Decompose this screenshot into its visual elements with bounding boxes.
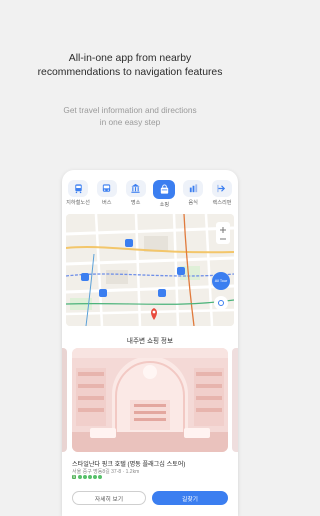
store-photo-illustration [72,348,228,452]
store-distance: 1.2km [125,469,140,475]
section-title: 내주변 쇼핑 정보 [126,338,174,345]
all-tour-label: All Tour [214,279,228,283]
rating-dot [98,475,102,479]
rating-dot [83,475,87,479]
store-name[interactable]: 스타일난다 핑크 호텔 (명동 플래그십 스토어) [72,459,185,468]
rating-dot [93,475,97,479]
tab-label: 명소 [130,200,141,206]
subline-line-1: Get travel information and directions [63,105,197,115]
map-view[interactable]: All Tour [66,214,234,326]
rating-dot [88,475,92,479]
my-location-button[interactable] [214,296,228,310]
tab-tax-refund[interactable]: 렉스리펀 [210,180,234,210]
tab-label: 지하철노선 [66,200,90,206]
tab-food[interactable]: 음식 [181,180,205,210]
subway-icon [68,180,88,197]
headline-line-2: recommendations to navigation features [37,67,223,78]
tab-subway[interactable]: 지하철노선 [66,180,90,210]
landmark-icon [125,180,146,197]
tab-label: 쇼핑 [159,202,170,208]
subline-line-2: in one easy step [99,117,161,127]
phone-mockup: 지하철노선 버스 명소 쇼핑 음식 렉스리펀 All Tour 내주변 쇼핑 정… [62,170,238,516]
map-canvas[interactable] [66,214,234,326]
all-tour-button[interactable]: All Tour [212,272,230,290]
tab-landmark[interactable]: 명소 [124,180,148,210]
tax-refund-icon [211,180,232,197]
rating-badge: 5 [72,475,76,479]
tab-label: 버스 [102,200,112,206]
my-location-icon [218,300,224,306]
bus-icon [96,180,117,197]
store-photo[interactable] [72,348,228,452]
detail-button[interactable]: 자세히 보기 [72,491,146,505]
store-rating: 5 [72,475,102,479]
tab-label: 음식 [188,200,198,206]
directions-button[interactable]: 길찾기 [152,491,228,505]
carousel-peek-left[interactable] [62,348,67,452]
rating-dot [78,475,82,479]
carousel-peek-right[interactable] [232,348,238,452]
tab-bus[interactable]: 버스 [95,180,119,210]
tab-shopping[interactable]: 쇼핑 [152,180,176,210]
headline: All-in-one app from nearby recommendatio… [0,52,260,80]
subline: Get travel information and directions in… [0,104,260,128]
headline-line-1: All-in-one app from nearby [68,53,192,64]
shopping-icon [153,180,176,199]
store-address-line: 서울 중구 명동8길 37-8 · 1.2km [72,468,139,475]
tab-label: 렉스리펀 [212,200,232,206]
category-tabs: 지하철노선 버스 명소 쇼핑 음식 렉스리펀 [66,180,234,210]
food-icon [183,180,204,197]
